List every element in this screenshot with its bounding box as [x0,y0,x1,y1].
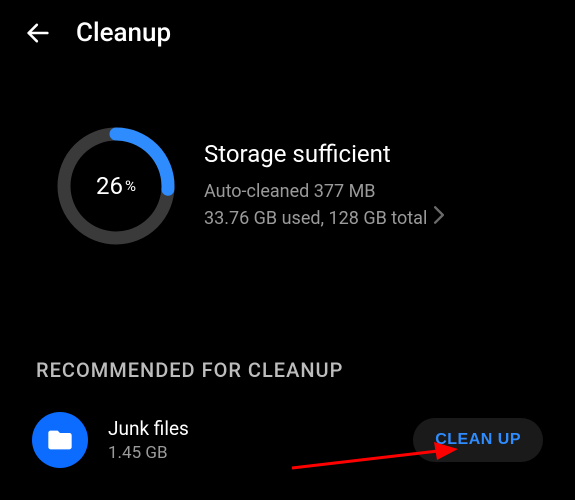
storage-percent-suffix: % [125,177,136,195]
cleanup-item-size: 1.45 GB [108,443,393,463]
cleanup-item-title: Junk files [108,417,393,440]
storage-percent-value: 26 [96,172,123,200]
storage-usage-line: 33.76 GB used, 128 GB total [204,205,427,232]
page-title: Cleanup [76,18,171,48]
chevron-right-icon [433,205,445,232]
app-header: Cleanup [0,0,575,66]
storage-summary: 26% Storage sufficient Auto-cleaned 377 … [0,66,575,286]
cleanup-item-text: Junk files 1.45 GB [108,417,393,463]
storage-autoclean-line: Auto-cleaned 377 MB [204,178,535,205]
cleanup-item-row[interactable]: Junk files 1.45 GB CLEAN UP [0,400,575,480]
recommended-section-header: RECOMMENDED FOR CLEANUP [0,286,575,400]
storage-ring-chart: 26% [56,126,176,246]
back-arrow-icon[interactable] [24,19,52,47]
folder-icon [32,412,88,468]
storage-percent-label: 26% [56,126,176,246]
storage-status-title: Storage sufficient [204,140,535,168]
storage-usage-row: 33.76 GB used, 128 GB total [204,205,535,232]
clean-up-button[interactable]: CLEAN UP [413,418,543,462]
storage-text-block[interactable]: Storage sufficient Auto-cleaned 377 MB 3… [204,140,535,232]
